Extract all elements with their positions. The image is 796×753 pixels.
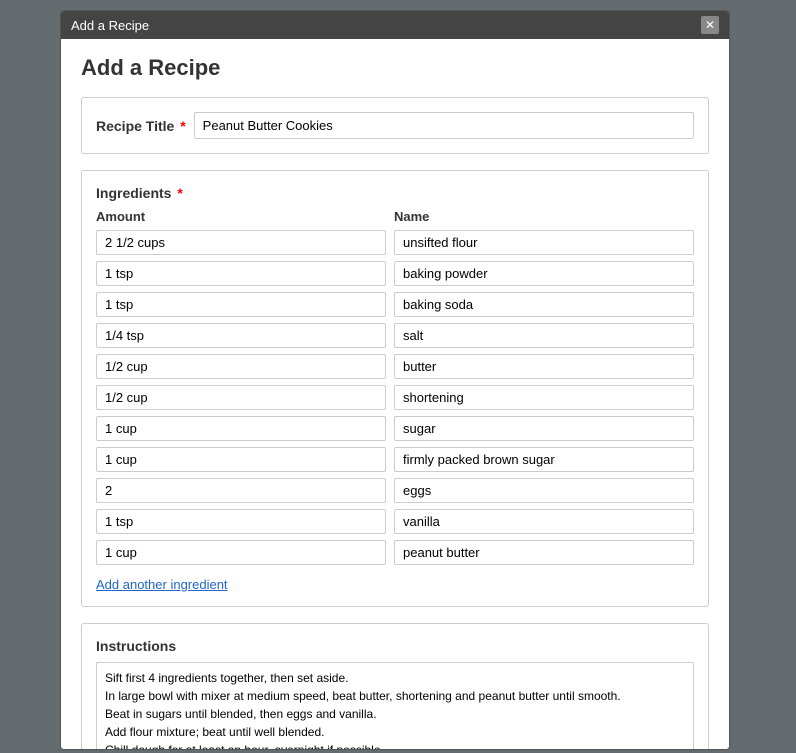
ingredient-amount-input[interactable] bbox=[96, 447, 386, 472]
ingredient-amount-input[interactable] bbox=[96, 416, 386, 441]
ingredient-name-input[interactable] bbox=[394, 509, 694, 534]
ingredient-row bbox=[96, 478, 694, 503]
ingredient-row bbox=[96, 447, 694, 472]
ingredients-section: Ingredients * Amount Name Add another in… bbox=[81, 170, 709, 607]
ingredients-column-headers: Amount Name bbox=[96, 209, 694, 224]
ingredient-row bbox=[96, 354, 694, 379]
ingredient-row bbox=[96, 292, 694, 317]
recipe-title-section: Recipe Title * bbox=[81, 97, 709, 154]
ingredient-name-input[interactable] bbox=[394, 385, 694, 410]
ingredient-amount-input[interactable] bbox=[96, 540, 386, 565]
modal-titlebar: Add a Recipe ✕ bbox=[61, 11, 729, 39]
required-indicator: * bbox=[176, 118, 185, 134]
recipe-title-input[interactable] bbox=[194, 112, 694, 139]
ingredient-row bbox=[96, 230, 694, 255]
instructions-textarea[interactable] bbox=[96, 662, 694, 749]
ingredient-row bbox=[96, 323, 694, 348]
ingredient-amount-input[interactable] bbox=[96, 230, 386, 255]
ingredient-amount-input[interactable] bbox=[96, 323, 386, 348]
ingredient-amount-input[interactable] bbox=[96, 509, 386, 534]
ingredient-amount-input[interactable] bbox=[96, 261, 386, 286]
ingredient-row bbox=[96, 261, 694, 286]
ingredient-amount-input[interactable] bbox=[96, 354, 386, 379]
ingredient-name-input[interactable] bbox=[394, 540, 694, 565]
add-ingredient-link[interactable]: Add another ingredient bbox=[96, 577, 228, 592]
ingredient-row bbox=[96, 540, 694, 565]
ingredient-rows-container bbox=[96, 230, 694, 565]
modal-dialog: Add a Recipe ✕ Add a Recipe Recipe Title… bbox=[60, 10, 730, 750]
ingredient-name-input[interactable] bbox=[394, 230, 694, 255]
modal-title: Add a Recipe bbox=[71, 18, 149, 33]
ingredient-name-input[interactable] bbox=[394, 354, 694, 379]
recipe-title-label: Recipe Title * bbox=[96, 118, 186, 134]
modal-close-button[interactable]: ✕ bbox=[701, 16, 719, 34]
ingredient-row bbox=[96, 416, 694, 441]
ingredient-name-input[interactable] bbox=[394, 323, 694, 348]
column-header-name: Name bbox=[394, 209, 694, 224]
ingredient-amount-input[interactable] bbox=[96, 478, 386, 503]
ingredient-amount-input[interactable] bbox=[96, 292, 386, 317]
ingredients-label: Ingredients * bbox=[96, 185, 694, 201]
ingredient-name-input[interactable] bbox=[394, 478, 694, 503]
ingredient-name-input[interactable] bbox=[394, 416, 694, 441]
instructions-section: Instructions bbox=[81, 623, 709, 749]
ingredient-name-input[interactable] bbox=[394, 261, 694, 286]
ingredient-row bbox=[96, 509, 694, 534]
ingredient-row bbox=[96, 385, 694, 410]
ingredient-name-input[interactable] bbox=[394, 292, 694, 317]
column-header-amount: Amount bbox=[96, 209, 386, 224]
ingredient-amount-input[interactable] bbox=[96, 385, 386, 410]
modal-body: Add a Recipe Recipe Title * Ingredients … bbox=[61, 39, 729, 749]
ingredient-name-input[interactable] bbox=[394, 447, 694, 472]
modal-heading: Add a Recipe bbox=[81, 55, 709, 81]
instructions-label: Instructions bbox=[96, 638, 694, 654]
